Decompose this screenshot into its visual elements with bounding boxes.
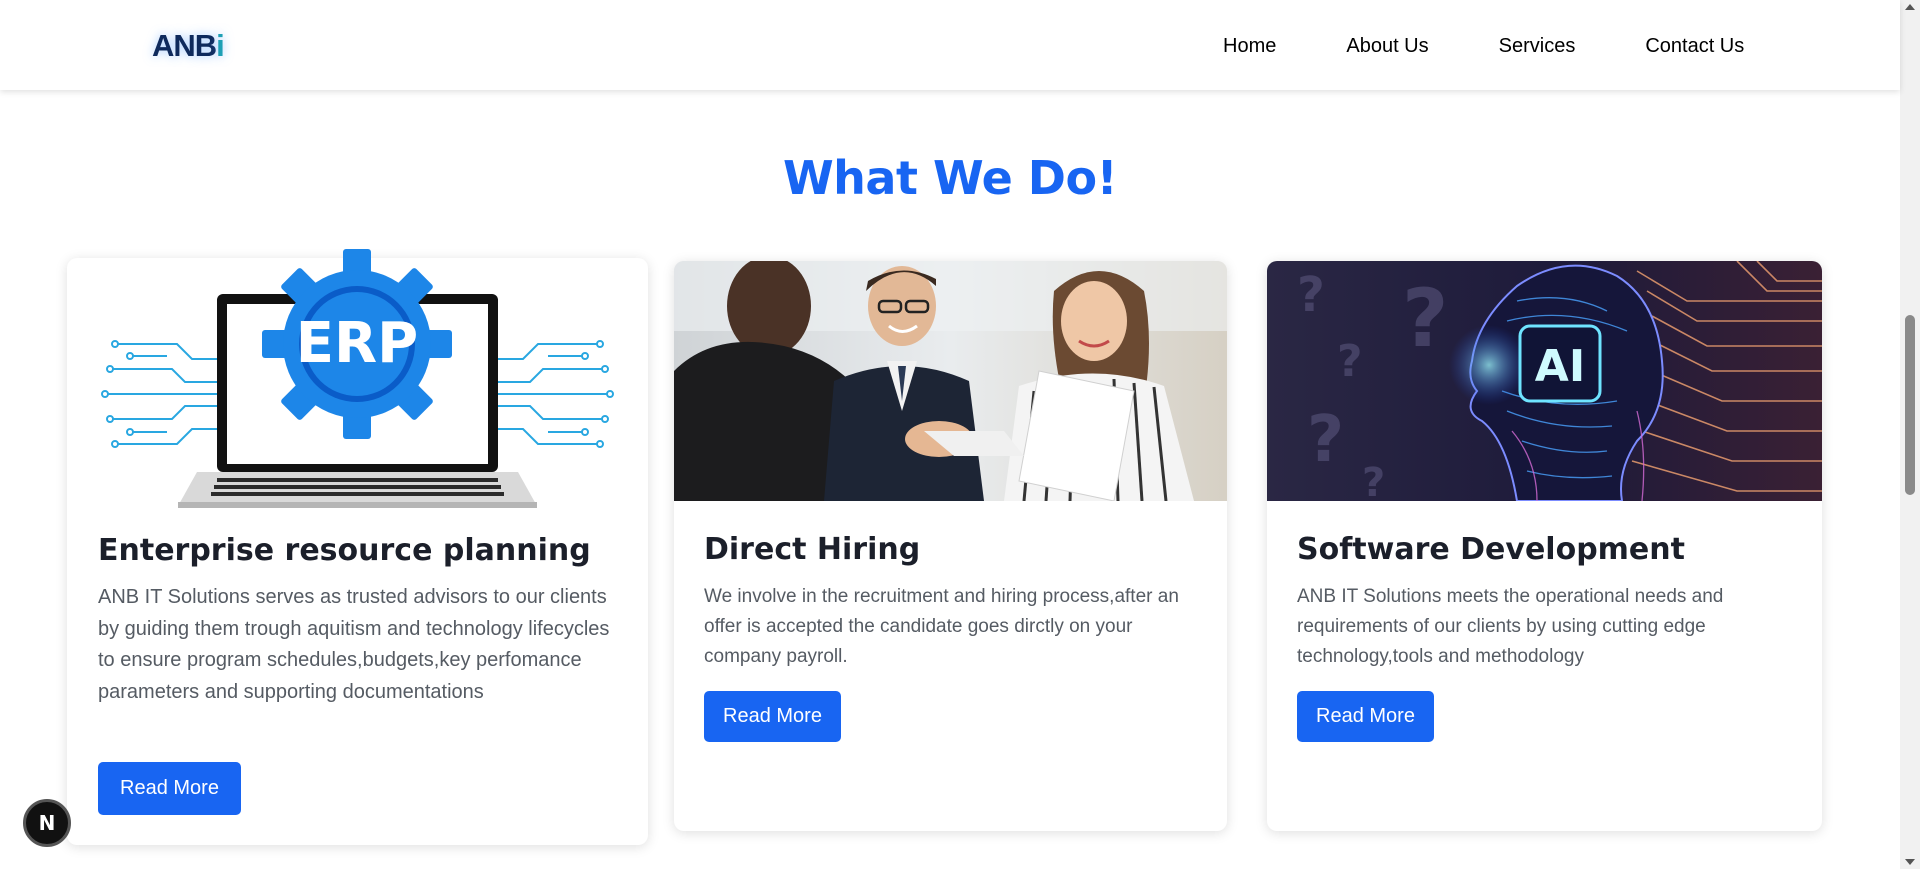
card-title-direct-hiring: Direct Hiring [704,532,921,567]
card-text-direct-hiring: We involve in the recruitment and hiring… [704,586,1179,667]
svg-text:?: ? [1307,403,1344,477]
nav-links: Home About Us Services Contact Us [1223,33,1744,59]
ai-image-label: AI [1535,341,1585,392]
page-scrollbar[interactable] [1900,0,1920,869]
scroll-up-arrow-icon[interactable] [1905,4,1915,10]
nav-link-home[interactable]: Home [1223,33,1276,59]
card-text-software-development: ANB IT Solutions meets the operational n… [1297,586,1724,667]
card-text-erp: ANB IT Solutions serves as trusted advis… [98,586,610,703]
erp-laptop-gear-icon: ERP [101,249,614,508]
service-card-software-development: ? ? ? ? ? AI Software Development ANB IT… [1267,261,1822,831]
card-title-software-development: Software Development [1297,532,1685,567]
erp-image-label: ERP [296,311,418,376]
ai-illustration: ? ? ? ? ? AI [1267,261,1822,501]
scroll-thumb[interactable] [1905,315,1915,495]
n-badge-icon[interactable]: N [23,799,71,847]
hiring-photo [674,261,1227,501]
service-card-direct-hiring: Direct Hiring We involve in the recruitm… [674,261,1227,831]
svg-text:?: ? [1297,267,1325,323]
handshake-photo-icon [674,261,1227,501]
svg-text:?: ? [1362,460,1385,501]
nav-link-contact-us[interactable]: Contact Us [1645,33,1744,59]
svg-text:?: ? [1402,272,1448,365]
ai-head-icon: ? ? ? ? ? AI [1267,261,1822,501]
nav-link-about-us[interactable]: About Us [1346,33,1428,59]
scroll-down-arrow-icon[interactable] [1905,859,1915,865]
service-card-erp: ERP Enterprise resource planning ANB IT … [67,249,648,845]
card-title-erp: Enterprise resource planning [98,533,591,568]
section-title: What We Do! [782,151,1118,205]
read-more-button-direct-hiring[interactable]: Read More [704,691,841,742]
nav-link-services[interactable]: Services [1499,33,1576,59]
svg-text:?: ? [1337,336,1363,387]
logo-accent: i [216,28,225,63]
navbar: ANBi Home About Us Services Contact Us [0,0,1900,90]
read-more-button-erp[interactable]: Read More [98,762,241,815]
erp-illustration: ERP [67,244,648,509]
anb-logo[interactable]: ANBi [152,28,225,64]
read-more-button-software-development[interactable]: Read More [1297,691,1434,742]
logo-text: ANB [152,28,217,63]
